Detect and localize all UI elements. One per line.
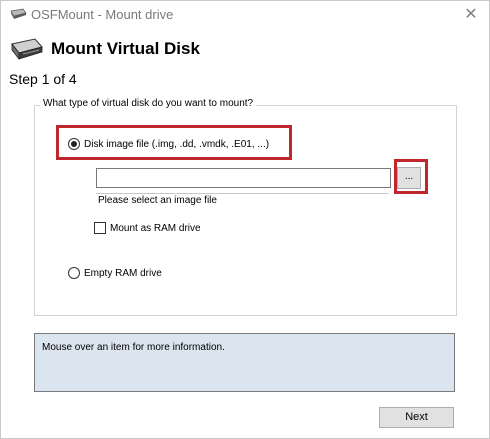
drive-icon [10, 8, 27, 19]
mount-drive-window: OSFMount - Mount drive ✕ Mount Virtual D… [0, 0, 490, 439]
ram-drive-checkbox[interactable]: Mount as RAM drive [94, 222, 201, 234]
next-button[interactable]: Next [379, 407, 454, 428]
close-icon: ✕ [464, 6, 478, 23]
step-indicator: Step 1 of 4 [9, 71, 77, 87]
window-title: OSFMount - Mount drive [31, 7, 174, 22]
disk-image-label: Disk image file (.img, .dd, .vmdk, .E01,… [84, 138, 270, 150]
hard-disk-icon [11, 38, 43, 61]
group-legend: What type of virtual disk do you want to… [40, 98, 257, 109]
radio-selected-icon [68, 138, 80, 150]
image-file-input[interactable] [96, 168, 391, 188]
page-title: Mount Virtual Disk [51, 39, 200, 58]
title-bar: OSFMount - Mount drive ✕ [1, 1, 489, 29]
empty-ram-radio[interactable]: Empty RAM drive [68, 267, 162, 279]
close-button[interactable]: ✕ [461, 5, 481, 25]
info-text: Mouse over an item for more information. [42, 342, 225, 353]
empty-ram-label: Empty RAM drive [84, 267, 162, 279]
file-hint: Please select an image file [96, 193, 389, 207]
browse-button[interactable]: ... [397, 167, 421, 189]
disk-image-radio[interactable]: Disk image file (.img, .dd, .vmdk, .E01,… [68, 138, 269, 150]
radio-unselected-icon [68, 267, 80, 279]
ram-drive-checkbox-label: Mount as RAM drive [110, 222, 201, 234]
info-panel: Mouse over an item for more information. [34, 333, 455, 392]
checkbox-unchecked-icon [94, 222, 106, 234]
